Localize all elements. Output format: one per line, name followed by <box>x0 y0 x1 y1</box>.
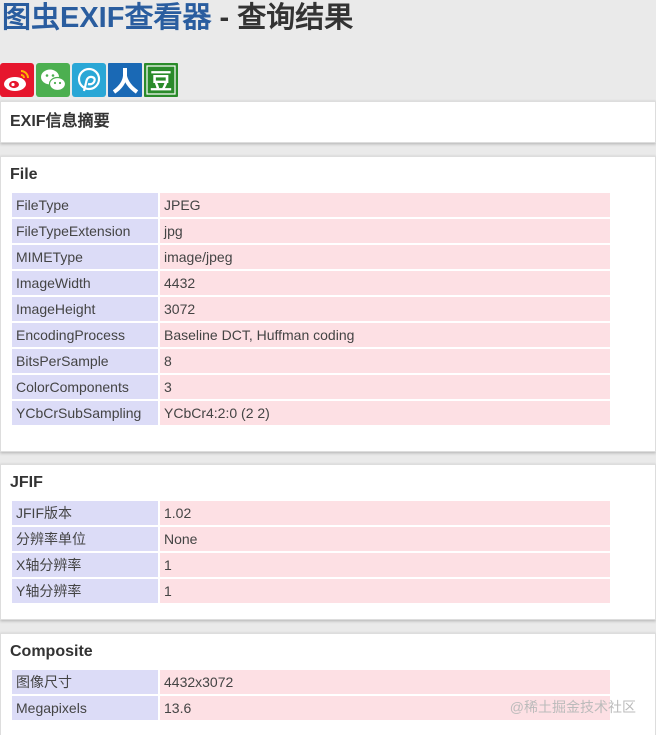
row-key: 分辨率单位 <box>12 527 158 551</box>
jfif-section: JFIF JFIF版本 1.02 分辨率单位 None X轴分辨率 1 Y轴分辨率 1 <box>0 464 656 620</box>
row-value: jpg <box>160 219 610 243</box>
row-key: FileTypeExtension <box>12 219 158 243</box>
share-renren-button[interactable] <box>108 63 142 97</box>
wechat-icon <box>36 63 70 97</box>
file-section: File FileType JPEG FileTypeExtension jpg M… <box>0 156 656 452</box>
row-value: 1 <box>160 579 610 603</box>
file-table: FileType JPEG FileTypeExtension jpg MIMETy… <box>10 191 612 427</box>
table-row: MIMEType image/jpeg <box>12 245 610 269</box>
row-key: Y轴分辨率 <box>12 579 158 603</box>
row-key: Megapixels <box>12 696 158 720</box>
row-key: JFIF版本 <box>12 501 158 525</box>
row-value: image/jpeg <box>160 245 610 269</box>
table-row: EncodingProcess Baseline DCT, Huffman cod… <box>12 323 610 347</box>
table-row: YCbCrSubSampling YCbCr4:2:0 (2 2) <box>12 401 610 425</box>
table-row: JFIF版本 1.02 <box>12 501 610 525</box>
douban-icon: 豆 <box>144 63 178 97</box>
table-row: ImageWidth 4432 <box>12 271 610 295</box>
table-row: 图像尺寸 4432x3072 <box>12 670 610 694</box>
row-value: 3072 <box>160 297 610 321</box>
row-value: 1 <box>160 553 610 577</box>
row-key: EncodingProcess <box>12 323 158 347</box>
table-row: ImageHeight 3072 <box>12 297 610 321</box>
table-row: BitsPerSample 8 <box>12 349 610 373</box>
file-section-title: File <box>10 166 38 183</box>
page-title-brand: 图虫EXIF查看器 <box>2 2 212 34</box>
share-pengyou-button[interactable] <box>72 63 106 97</box>
row-key: YCbCrSubSampling <box>12 401 158 425</box>
row-key: BitsPerSample <box>12 349 158 373</box>
table-row: FileTypeExtension jpg <box>12 219 610 243</box>
row-value: JPEG <box>160 193 610 217</box>
row-value: 3 <box>160 375 610 399</box>
page-title-suffix: 查询结果 <box>237 2 354 34</box>
row-value: 1.02 <box>160 501 610 525</box>
exif-summary-title: EXIF信息摘要 <box>10 113 110 130</box>
watermark: @稀土掘金技术社区 <box>509 699 636 715</box>
page-title: 图虫EXIF查看器 - 查询结果 <box>2 0 353 36</box>
row-key: FileType <box>12 193 158 217</box>
row-value: 8 <box>160 349 610 373</box>
row-key: ImageWidth <box>12 271 158 295</box>
row-value: None <box>160 527 610 551</box>
jfif-section-title: JFIF <box>10 474 43 491</box>
table-row: X轴分辨率 1 <box>12 553 610 577</box>
composite-section: Composite 图像尺寸 4432x3072 Megapixels 13.6 <box>0 633 656 735</box>
row-key: 图像尺寸 <box>12 670 158 694</box>
share-bar: 豆 <box>0 63 178 97</box>
row-value: 4432 <box>160 271 610 295</box>
share-wechat-button[interactable] <box>36 63 70 97</box>
share-weibo-button[interactable] <box>0 63 34 97</box>
share-douban-button[interactable]: 豆 <box>144 63 178 97</box>
row-value: YCbCr4:2:0 (2 2) <box>160 401 610 425</box>
row-key: ColorComponents <box>12 375 158 399</box>
row-key: MIMEType <box>12 245 158 269</box>
table-row: Y轴分辨率 1 <box>12 579 610 603</box>
page-title-separator: - <box>211 2 238 34</box>
renren-icon <box>108 63 142 97</box>
jfif-table: JFIF版本 1.02 分辨率单位 None X轴分辨率 1 Y轴分辨率 1 <box>10 499 612 605</box>
composite-section-title: Composite <box>10 643 93 660</box>
pengyou-icon <box>72 63 106 97</box>
douban-glyph: 豆 <box>150 70 172 95</box>
table-row: FileType JPEG <box>12 193 610 217</box>
exif-summary-panel: EXIF信息摘要 <box>0 101 656 143</box>
table-row: ColorComponents 3 <box>12 375 610 399</box>
weibo-icon <box>0 63 34 97</box>
row-value: 4432x3072 <box>160 670 610 694</box>
row-key: X轴分辨率 <box>12 553 158 577</box>
table-row: 分辨率单位 None <box>12 527 610 551</box>
row-key: ImageHeight <box>12 297 158 321</box>
row-value: Baseline DCT, Huffman coding <box>160 323 610 347</box>
